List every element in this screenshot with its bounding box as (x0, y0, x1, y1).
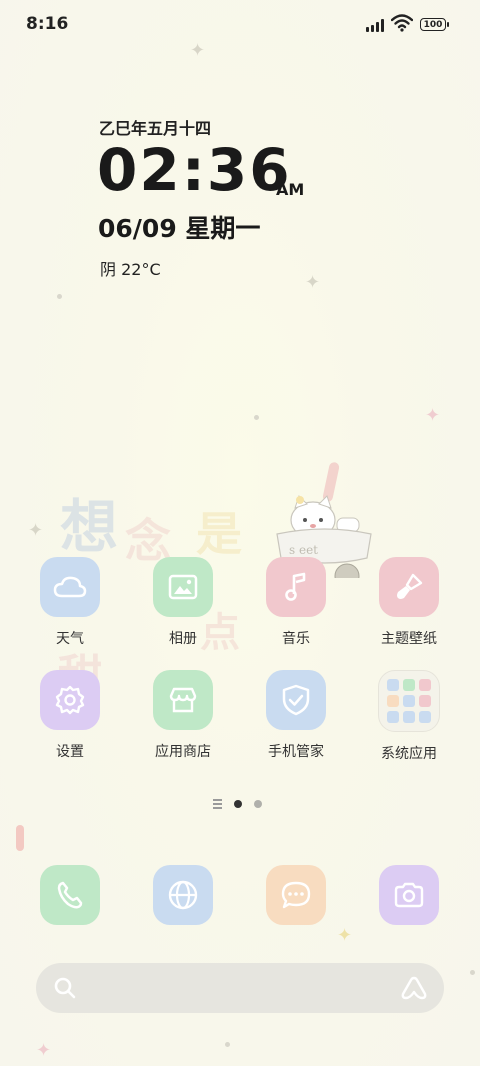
status-time: 8:16 (26, 14, 69, 34)
music-note-icon (266, 557, 326, 617)
dock-browser[interactable] (133, 865, 233, 925)
app-label: 设置 (56, 744, 84, 760)
app-label: 手机管家 (268, 744, 324, 760)
svg-text:s eet: s eet (289, 543, 318, 557)
weather-summary: 阴 22°C (100, 260, 161, 279)
app-label: 音乐 (282, 631, 310, 647)
signal-icon (366, 18, 384, 32)
folder-icon (378, 670, 440, 732)
dock-messages[interactable] (246, 865, 346, 925)
dock-phone[interactable] (20, 865, 120, 925)
app-label: 天气 (56, 631, 84, 647)
search-icon[interactable] (53, 976, 77, 1000)
battery-icon: 100 (420, 18, 449, 31)
phone-icon (40, 865, 100, 925)
status-bar: 8:16 100 (0, 0, 480, 50)
app-gallery[interactable]: 相册 (133, 557, 233, 648)
app-label: 相册 (169, 631, 197, 647)
page-indicator[interactable] (213, 797, 262, 811)
app-store[interactable]: 应用商店 (133, 670, 233, 761)
message-icon (266, 865, 326, 925)
app-settings[interactable]: 设置 (20, 670, 120, 761)
globe-icon (153, 865, 213, 925)
app-list-icon[interactable] (213, 797, 222, 811)
app-label: 系统应用 (381, 746, 437, 762)
gallery-icon (153, 557, 213, 617)
page-dot[interactable] (254, 800, 262, 808)
camera-icon (379, 865, 439, 925)
battery-level: 100 (423, 19, 443, 30)
assistant-icon[interactable] (400, 975, 428, 1001)
app-folder-system[interactable]: 系统应用 (359, 670, 459, 763)
app-security[interactable]: 手机管家 (246, 670, 346, 761)
clock-date: 06/09 星期一 (98, 214, 261, 243)
shield-check-icon (266, 670, 326, 730)
page-dot-active[interactable] (234, 800, 242, 808)
gear-icon (40, 670, 100, 730)
app-label: 应用商店 (155, 744, 211, 760)
search-bar[interactable] (36, 963, 444, 1013)
app-label: 主题壁纸 (381, 631, 437, 647)
clock-time: 02:36 (97, 136, 292, 204)
clock-ampm: AM (276, 180, 305, 199)
wifi-icon (391, 14, 413, 32)
brush-icon (379, 557, 439, 617)
store-icon (153, 670, 213, 730)
dock-camera[interactable] (359, 865, 459, 925)
app-music[interactable]: 音乐 (246, 557, 346, 648)
app-themes[interactable]: 主题壁纸 (359, 557, 459, 648)
weather-cloud-icon (40, 557, 100, 617)
app-weather[interactable]: 天气 (20, 557, 120, 648)
